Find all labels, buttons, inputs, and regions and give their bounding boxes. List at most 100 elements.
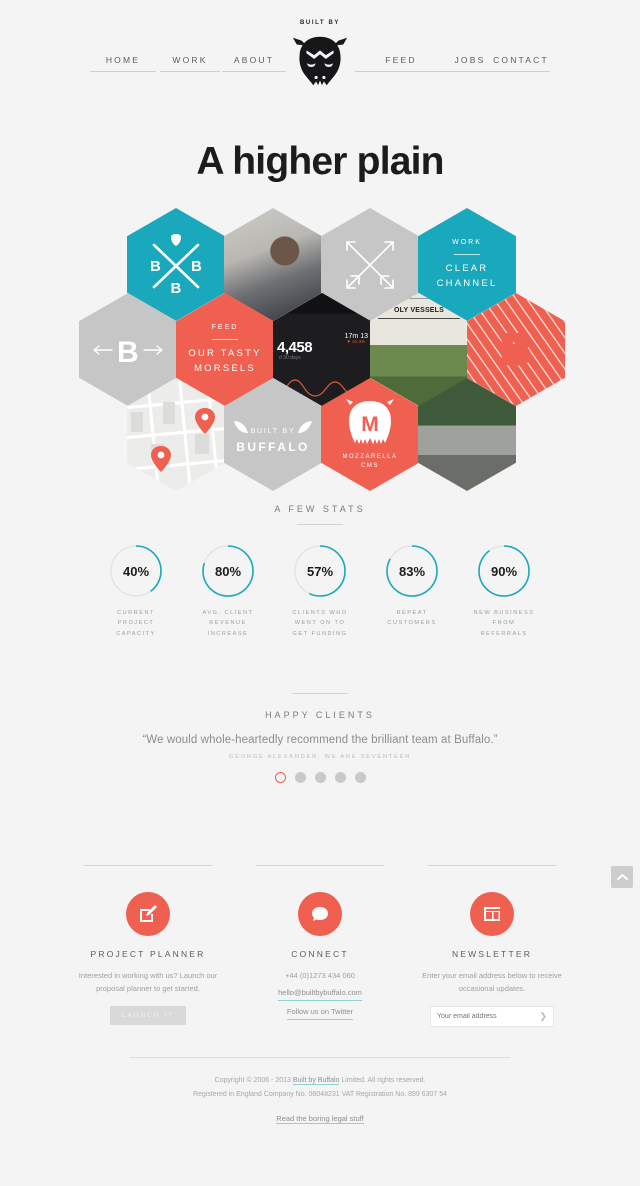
stat-new-business-from-referrals: 90% NEW BUSINESS FROM REFERRALS [469,543,539,639]
testimonial-heading: HAPPY CLIENTS [265,710,375,721]
testimonial-section: HAPPY CLIENTS “We would whole-heartedly … [0,693,640,784]
testimonial-attribution: GEORGE ALEXANDER, WE ARE SEVENTEEN [228,754,412,761]
stats-row: 40% CURRENT PROJECT CAPACITY 80% AVG. CL… [0,543,640,639]
hex-feed-label: FEED [211,323,239,331]
footer-col-divider [428,865,556,867]
stat-value: 80% [214,563,242,579]
hexagon-grid: B B B WORK CLEAR CHANNEL B FEED OUR TAST… [0,198,640,498]
stat-value: 57% [306,563,334,579]
hex-divider [454,254,480,256]
footer-col-connect: CONNECT +44 (0)1273 434 060 hello@builtb… [242,865,398,1027]
svg-text:M: M [361,413,379,436]
stat-value: 83% [398,563,426,579]
crossed-arrows-icon [346,240,394,289]
footer-col-newsletter: NEWSLETTER Enter your email address belo… [414,865,570,1028]
footer-col-project-planner: PROJECT PLANNER Interested in working wi… [70,865,226,1027]
copyright-line-2: Registered in England Company No. 060482… [192,1090,448,1098]
stat-ring: 90% [476,543,532,599]
testimonial-dot-5[interactable] [354,772,366,784]
legal-stuff-link[interactable]: Read the boring legal stuff [276,1114,364,1124]
footer-col-divider [84,865,212,867]
stat-label: CURRENT PROJECT CAPACITY [116,610,156,637]
footer-columns: PROJECT PLANNER Interested in working wi… [0,865,640,1028]
pencil-square-icon[interactable] [126,892,170,937]
svg-text:B: B [191,258,202,275]
layout-grid-icon[interactable] [470,892,514,937]
hex-built-by-text: BUILT BY [251,428,296,435]
stats-heading: A FEW STATS [274,504,366,514]
testimonial-quote: “We would whole-heartedly recommend the … [142,734,498,747]
stat-label: AVG. CLIENT REVENUE INCREASE [202,610,254,637]
buffalo-head-icon [289,29,351,91]
connect-phone: +44 (0)1273 434 060 [285,971,355,981]
stats-section: A FEW STATS 40% CURRENT PROJECT CAPACITY [0,504,640,639]
hex-buffalo-text: BUFFALO [236,440,309,454]
connect-twitter-link[interactable]: Follow us on Twitter [286,1006,354,1020]
copyright-section: Copyright © 2006 - 2013 Built by Buffalo… [0,1057,640,1125]
footer-col-text: Enter your email address below to receiv… [422,971,562,994]
hex-clear-channel-label: CLEAR CHANNEL [436,263,498,290]
nav-item-feed[interactable]: FEED [355,55,447,72]
newsletter-email-field[interactable]: ❯ [430,1006,554,1028]
stat-ring: 57% [292,543,348,599]
stat-ring: 80% [200,543,256,599]
stat-label: NEW BUSINESS FROM REFERRALS [473,610,535,637]
stat-clients-who-went-on-to-get-funding: 57% CLIENTS WHO WENT ON TO GET FUNDING [285,543,355,639]
footer-col-title: CONNECT [291,949,349,960]
testimonial-dot-2[interactable] [294,772,306,784]
page-title: A higher plain [196,140,444,183]
copyright-pre: Copyright © 2006 - 2013 [214,1077,293,1085]
copyright-line-1: Copyright © 2006 - 2013 Built by Buffalo… [0,1074,640,1088]
scroll-to-top-button[interactable] [611,866,633,888]
nav-item-jobs[interactable]: JOBS [446,55,494,72]
speech-bubble-icon[interactable] [298,892,342,937]
testimonial-dot-3[interactable] [314,772,326,784]
hex-analytics-sub: d 30 days [279,355,301,361]
page-root: BUILT BY HOME WORK ABOUT FEED JOBS CONTA… [0,0,640,1186]
hex-tasty-morsels-label: OUR TASTY MORSELS [188,348,262,375]
nav-item-contact[interactable]: CONTACT [492,55,550,72]
stat-avg-client-revenue-increase: 80% AVG. CLIENT REVENUE INCREASE [193,543,263,639]
svg-text:B: B [117,336,139,369]
footer-col-title: NEWSLETTER [451,949,533,960]
chevron-right-icon[interactable]: ❯ [539,1011,547,1022]
footer-col-title: PROJECT PLANNER [90,949,206,960]
stat-ring: 40% [108,543,164,599]
stat-value: 40% [122,563,150,579]
site-logo[interactable]: BUILT BY [280,20,360,91]
footer-col-text: Interested in working with us? Launch ou… [78,971,218,994]
stats-divider [297,524,343,525]
svg-text:B: B [171,280,182,297]
testimonial-dot-4[interactable] [334,772,346,784]
stat-ring: 83% [384,543,440,599]
hex-divider [212,339,238,341]
nav-item-about[interactable]: ABOUT [222,55,286,72]
svg-text:B: B [502,328,531,372]
copyright-divider [130,1057,510,1059]
hex-analytics-big-stat: 4,458 [277,339,313,356]
svg-text:B: B [150,258,161,275]
chevron-up-icon [616,874,628,880]
stat-value: 90% [490,563,518,579]
copyright-post: Limited. All rights reserved. [339,1077,426,1085]
footer-col-divider [256,865,384,867]
stat-current-project-capacity: 40% CURRENT PROJECT CAPACITY [101,543,171,639]
launch-it-button[interactable]: LAUNCH IT [110,1006,186,1026]
built-by-buffalo-link[interactable]: Built by Buffalo [292,1077,340,1086]
site-header: BUILT BY HOME WORK ABOUT FEED JOBS CONTA… [0,0,640,112]
testimonial-pagination [0,772,640,784]
testimonial-divider [292,693,348,695]
testimonial-dot-1[interactable] [274,772,286,784]
hex-work-label: WORK [452,238,482,246]
connect-email-link[interactable]: hello@builtbybuffalo.com [278,987,362,1001]
newsletter-email-input[interactable] [437,1013,540,1021]
b-arrows-icon: B [93,336,163,369]
stat-label: CLIENTS WHO WENT ON TO GET FUNDING [292,610,348,637]
hex-mozzarella-label: MOZZARELLA CMS [342,453,398,469]
nav-item-home[interactable]: HOME [90,55,156,72]
logo-built-by-text: BUILT BY [299,20,341,26]
nav-item-work[interactable]: WORK [160,55,220,72]
stat-label: REPEAT CUSTOMERS [387,610,437,627]
stat-repeat-customers: 83% REPEAT CUSTOMERS [377,543,447,639]
bbb-cross-icon: B B B [150,233,202,297]
